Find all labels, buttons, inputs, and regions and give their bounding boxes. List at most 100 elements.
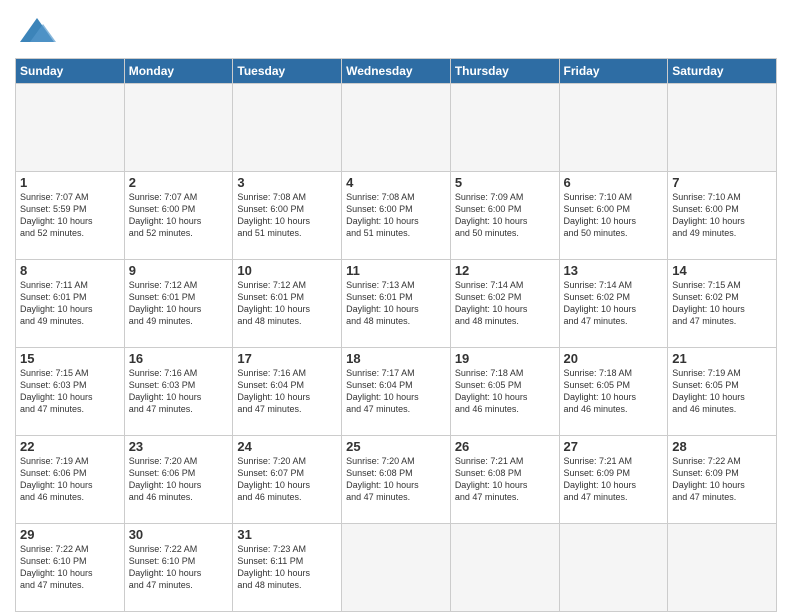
calendar-cell: 4Sunrise: 7:08 AM Sunset: 6:00 PM Daylig… xyxy=(342,172,451,260)
day-number: 7 xyxy=(672,175,772,190)
calendar-cell: 24Sunrise: 7:20 AM Sunset: 6:07 PM Dayli… xyxy=(233,436,342,524)
day-info: Sunrise: 7:22 AM Sunset: 6:10 PM Dayligh… xyxy=(20,543,120,592)
day-info: Sunrise: 7:22 AM Sunset: 6:09 PM Dayligh… xyxy=(672,455,772,504)
day-number: 31 xyxy=(237,527,337,542)
calendar-table: SundayMondayTuesdayWednesdayThursdayFrid… xyxy=(15,58,777,612)
calendar-cell: 18Sunrise: 7:17 AM Sunset: 6:04 PM Dayli… xyxy=(342,348,451,436)
calendar-cell xyxy=(233,84,342,172)
calendar-cell: 29Sunrise: 7:22 AM Sunset: 6:10 PM Dayli… xyxy=(16,524,125,612)
calendar-cell: 14Sunrise: 7:15 AM Sunset: 6:02 PM Dayli… xyxy=(668,260,777,348)
day-info: Sunrise: 7:23 AM Sunset: 6:11 PM Dayligh… xyxy=(237,543,337,592)
calendar-cell: 16Sunrise: 7:16 AM Sunset: 6:03 PM Dayli… xyxy=(124,348,233,436)
calendar-cell xyxy=(342,524,451,612)
calendar-cell: 26Sunrise: 7:21 AM Sunset: 6:08 PM Dayli… xyxy=(450,436,559,524)
day-info: Sunrise: 7:21 AM Sunset: 6:09 PM Dayligh… xyxy=(564,455,664,504)
calendar-cell: 9Sunrise: 7:12 AM Sunset: 6:01 PM Daylig… xyxy=(124,260,233,348)
day-number: 9 xyxy=(129,263,229,278)
day-info: Sunrise: 7:17 AM Sunset: 6:04 PM Dayligh… xyxy=(346,367,446,416)
day-info: Sunrise: 7:20 AM Sunset: 6:06 PM Dayligh… xyxy=(129,455,229,504)
day-number: 19 xyxy=(455,351,555,366)
day-number: 5 xyxy=(455,175,555,190)
week-row-5: 22Sunrise: 7:19 AM Sunset: 6:06 PM Dayli… xyxy=(16,436,777,524)
day-number: 24 xyxy=(237,439,337,454)
day-info: Sunrise: 7:20 AM Sunset: 6:08 PM Dayligh… xyxy=(346,455,446,504)
day-number: 18 xyxy=(346,351,446,366)
calendar-cell: 13Sunrise: 7:14 AM Sunset: 6:02 PM Dayli… xyxy=(559,260,668,348)
weekday-header-thursday: Thursday xyxy=(450,59,559,84)
day-info: Sunrise: 7:19 AM Sunset: 6:06 PM Dayligh… xyxy=(20,455,120,504)
calendar-cell: 17Sunrise: 7:16 AM Sunset: 6:04 PM Dayli… xyxy=(233,348,342,436)
week-row-2: 1Sunrise: 7:07 AM Sunset: 5:59 PM Daylig… xyxy=(16,172,777,260)
calendar-cell: 3Sunrise: 7:08 AM Sunset: 6:00 PM Daylig… xyxy=(233,172,342,260)
page: SundayMondayTuesdayWednesdayThursdayFrid… xyxy=(0,0,792,612)
calendar-cell xyxy=(559,84,668,172)
day-number: 11 xyxy=(346,263,446,278)
calendar-cell xyxy=(450,524,559,612)
day-number: 20 xyxy=(564,351,664,366)
day-number: 22 xyxy=(20,439,120,454)
day-info: Sunrise: 7:07 AM Sunset: 6:00 PM Dayligh… xyxy=(129,191,229,240)
day-number: 30 xyxy=(129,527,229,542)
day-number: 28 xyxy=(672,439,772,454)
day-info: Sunrise: 7:15 AM Sunset: 6:02 PM Dayligh… xyxy=(672,279,772,328)
day-info: Sunrise: 7:10 AM Sunset: 6:00 PM Dayligh… xyxy=(564,191,664,240)
week-row-6: 29Sunrise: 7:22 AM Sunset: 6:10 PM Dayli… xyxy=(16,524,777,612)
day-number: 6 xyxy=(564,175,664,190)
day-number: 17 xyxy=(237,351,337,366)
calendar-cell: 2Sunrise: 7:07 AM Sunset: 6:00 PM Daylig… xyxy=(124,172,233,260)
logo xyxy=(15,10,64,50)
week-row-1 xyxy=(16,84,777,172)
day-number: 29 xyxy=(20,527,120,542)
calendar-cell xyxy=(16,84,125,172)
calendar-cell: 23Sunrise: 7:20 AM Sunset: 6:06 PM Dayli… xyxy=(124,436,233,524)
calendar-cell: 20Sunrise: 7:18 AM Sunset: 6:05 PM Dayli… xyxy=(559,348,668,436)
day-number: 25 xyxy=(346,439,446,454)
day-info: Sunrise: 7:18 AM Sunset: 6:05 PM Dayligh… xyxy=(455,367,555,416)
weekday-header-tuesday: Tuesday xyxy=(233,59,342,84)
day-info: Sunrise: 7:14 AM Sunset: 6:02 PM Dayligh… xyxy=(455,279,555,328)
calendar-cell: 27Sunrise: 7:21 AM Sunset: 6:09 PM Dayli… xyxy=(559,436,668,524)
day-number: 3 xyxy=(237,175,337,190)
day-number: 13 xyxy=(564,263,664,278)
day-number: 26 xyxy=(455,439,555,454)
day-info: Sunrise: 7:16 AM Sunset: 6:03 PM Dayligh… xyxy=(129,367,229,416)
calendar-cell xyxy=(342,84,451,172)
calendar-cell: 12Sunrise: 7:14 AM Sunset: 6:02 PM Dayli… xyxy=(450,260,559,348)
day-info: Sunrise: 7:18 AM Sunset: 6:05 PM Dayligh… xyxy=(564,367,664,416)
calendar-cell xyxy=(559,524,668,612)
day-number: 10 xyxy=(237,263,337,278)
weekday-header-monday: Monday xyxy=(124,59,233,84)
weekday-header-wednesday: Wednesday xyxy=(342,59,451,84)
calendar-cell: 6Sunrise: 7:10 AM Sunset: 6:00 PM Daylig… xyxy=(559,172,668,260)
day-info: Sunrise: 7:10 AM Sunset: 6:00 PM Dayligh… xyxy=(672,191,772,240)
day-number: 4 xyxy=(346,175,446,190)
calendar-cell: 15Sunrise: 7:15 AM Sunset: 6:03 PM Dayli… xyxy=(16,348,125,436)
calendar-cell: 22Sunrise: 7:19 AM Sunset: 6:06 PM Dayli… xyxy=(16,436,125,524)
calendar-cell: 11Sunrise: 7:13 AM Sunset: 6:01 PM Dayli… xyxy=(342,260,451,348)
week-row-3: 8Sunrise: 7:11 AM Sunset: 6:01 PM Daylig… xyxy=(16,260,777,348)
day-info: Sunrise: 7:08 AM Sunset: 6:00 PM Dayligh… xyxy=(237,191,337,240)
week-row-4: 15Sunrise: 7:15 AM Sunset: 6:03 PM Dayli… xyxy=(16,348,777,436)
calendar-cell: 8Sunrise: 7:11 AM Sunset: 6:01 PM Daylig… xyxy=(16,260,125,348)
day-number: 12 xyxy=(455,263,555,278)
calendar-cell: 30Sunrise: 7:22 AM Sunset: 6:10 PM Dayli… xyxy=(124,524,233,612)
day-number: 21 xyxy=(672,351,772,366)
calendar-cell xyxy=(668,524,777,612)
calendar-cell xyxy=(668,84,777,172)
day-number: 15 xyxy=(20,351,120,366)
weekday-header-saturday: Saturday xyxy=(668,59,777,84)
calendar-cell: 5Sunrise: 7:09 AM Sunset: 6:00 PM Daylig… xyxy=(450,172,559,260)
calendar-cell: 1Sunrise: 7:07 AM Sunset: 5:59 PM Daylig… xyxy=(16,172,125,260)
calendar-cell: 31Sunrise: 7:23 AM Sunset: 6:11 PM Dayli… xyxy=(233,524,342,612)
day-info: Sunrise: 7:22 AM Sunset: 6:10 PM Dayligh… xyxy=(129,543,229,592)
day-info: Sunrise: 7:20 AM Sunset: 6:07 PM Dayligh… xyxy=(237,455,337,504)
calendar-cell xyxy=(124,84,233,172)
day-info: Sunrise: 7:09 AM Sunset: 6:00 PM Dayligh… xyxy=(455,191,555,240)
calendar-cell: 19Sunrise: 7:18 AM Sunset: 6:05 PM Dayli… xyxy=(450,348,559,436)
header xyxy=(15,10,777,50)
day-number: 27 xyxy=(564,439,664,454)
day-number: 2 xyxy=(129,175,229,190)
day-info: Sunrise: 7:08 AM Sunset: 6:00 PM Dayligh… xyxy=(346,191,446,240)
day-info: Sunrise: 7:11 AM Sunset: 6:01 PM Dayligh… xyxy=(20,279,120,328)
day-number: 8 xyxy=(20,263,120,278)
